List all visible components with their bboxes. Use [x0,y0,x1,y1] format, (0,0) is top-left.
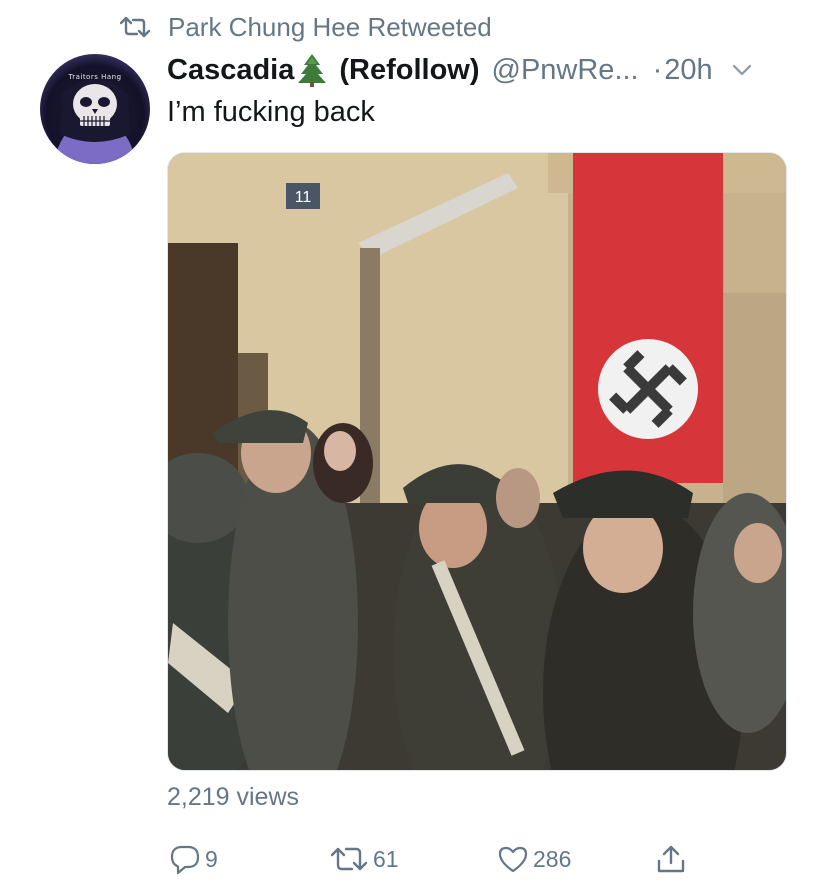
avatar-caption: Traitors Hang [68,73,122,81]
like-button[interactable]: 286 [497,843,571,875]
view-count: 2,219 views [167,783,300,811]
tweet-actions: 9 61 286 [167,843,707,882]
reply-icon [169,843,201,875]
user-handle[interactable]: @PnwRe... [492,54,639,87]
retweeted-by-label: Park Chung Hee Retweeted [168,11,492,42]
retweet-icon [329,843,369,875]
retweet-count: 61 [373,845,399,872]
separator-dot: · [652,53,663,86]
chevron-down-icon[interactable] [729,57,755,83]
heart-icon [497,843,529,875]
tweet-video[interactable]: 11 [167,152,787,771]
retweet-icon [120,15,150,39]
tweet-text: I’m fucking back [167,96,375,128]
evergreen-tree-icon [297,53,327,87]
reply-button[interactable]: 9 [169,843,218,875]
reply-count: 9 [205,845,218,872]
building-number-badge: 11 [295,189,312,206]
display-name-suffix[interactable]: (Refollow) [339,54,479,87]
avatar[interactable]: Traitors Hang [40,54,150,164]
timestamp[interactable]: 20h [664,54,712,87]
like-count: 286 [533,845,572,872]
retweet-context[interactable]: Park Chung Hee Retweeted [120,10,492,44]
display-name[interactable]: Cascadia [167,54,294,87]
share-button[interactable] [655,843,687,875]
tweet-header: Cascadia (Refollow) @PnwRe... · 20h [167,50,755,90]
share-icon [655,843,687,875]
retweet-button[interactable]: 61 [329,843,399,875]
